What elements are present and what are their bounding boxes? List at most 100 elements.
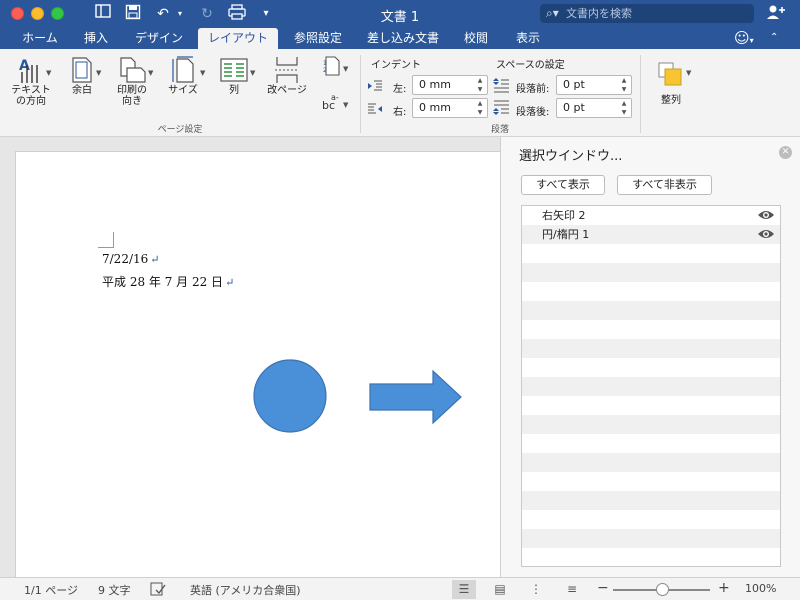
redo-icon[interactable]: ↻ — [196, 4, 218, 24]
page-setup-group-label: ページ設定 — [157, 125, 203, 135]
window-title: 文書 1 — [380, 10, 420, 25]
tab-insert[interactable]: 挿入 — [72, 28, 120, 49]
zoom-slider-handle[interactable] — [656, 583, 669, 596]
add-user-icon[interactable] — [766, 4, 786, 24]
line-numbers-button[interactable]: 12 — [318, 55, 346, 77]
columns-button[interactable]: 列 — [214, 55, 254, 96]
orientation-label: 印刷の 向き — [117, 85, 147, 107]
line-numbers-icon: 12 — [318, 55, 346, 77]
margin-corner-mark — [98, 232, 114, 248]
chevron-down-icon[interactable]: ▼ — [250, 69, 255, 77]
stepper-icon[interactable]: ▲ ▼ — [619, 76, 629, 94]
orientation-icon — [112, 55, 152, 85]
chevron-down-icon[interactable]: ▼ — [686, 69, 691, 77]
draft-view-icon[interactable]: ≡ — [560, 580, 584, 599]
chevron-down-icon[interactable]: ▼ — [96, 69, 101, 77]
undo-icon[interactable]: ↶ — [152, 4, 174, 24]
tab-mailings[interactable]: 差し込み文書 — [358, 28, 448, 49]
zoom-out-icon[interactable]: − — [597, 580, 609, 596]
undo-dropdown-icon[interactable]: ▾ — [174, 4, 186, 24]
selection-list[interactable]: 右矢印 2 円/楕円 1 — [521, 205, 781, 567]
indent-left-icon — [367, 80, 383, 95]
word-count[interactable]: 9 文字 — [98, 582, 131, 598]
hyphenation-icon: bc a- — [318, 91, 346, 113]
close-window-button[interactable] — [11, 7, 24, 20]
proofing-icon[interactable] — [150, 582, 166, 599]
spacing-after-value: 0 pt — [563, 101, 585, 114]
arrange-button[interactable]: 整列 — [648, 55, 694, 106]
chevron-down-icon[interactable]: ▼ — [343, 101, 348, 109]
eye-icon[interactable] — [757, 228, 775, 240]
indent-left-value: 0 mm — [419, 78, 451, 91]
list-item[interactable]: 円/楕円 1 — [522, 225, 780, 244]
arrange-label: 整列 — [661, 95, 681, 106]
stepper-icon[interactable]: ▲ ▼ — [619, 99, 629, 117]
maximize-window-button[interactable] — [51, 7, 64, 20]
status-bar: 1/1 ページ 9 文字 英語 (アメリカ合衆国) ☰ ▤ ⋮ ≡ − + 10… — [0, 577, 800, 600]
page-count[interactable]: 1/1 ページ — [24, 582, 78, 598]
chevron-down-icon[interactable]: ▼ — [343, 65, 348, 73]
minimize-window-button[interactable] — [31, 7, 44, 20]
size-label: サイズ — [168, 85, 198, 96]
ribbon-tab-bar: ホーム 挿入 デザイン レイアウト 参照設定 差し込み文書 校閲 表示 ☺▾ ⌃ — [0, 28, 800, 49]
paragraph-mark-icon: ↵ — [150, 253, 160, 266]
print-icon[interactable] — [226, 4, 248, 24]
ellipse-shape[interactable] — [252, 358, 328, 434]
language-indicator[interactable]: 英語 (アメリカ合衆国) — [190, 582, 301, 598]
chevron-down-icon[interactable]: ▼ — [46, 69, 51, 77]
list-item[interactable]: 右矢印 2 — [522, 206, 780, 225]
stepper-icon[interactable]: ▲ ▼ — [475, 76, 485, 94]
collapse-ribbon-icon[interactable]: ⌃ — [770, 32, 778, 43]
tab-review[interactable]: 校閲 — [452, 28, 500, 49]
spacing-before-icon — [493, 77, 509, 96]
tab-design[interactable]: デザイン — [124, 28, 194, 49]
print-layout-view-icon[interactable]: ☰ — [452, 580, 476, 599]
sidebar-toggle-icon[interactable] — [92, 4, 114, 24]
stepper-icon[interactable]: ▲ ▼ — [475, 99, 485, 117]
eye-icon[interactable] — [757, 209, 775, 221]
size-button[interactable]: サイズ — [162, 55, 204, 96]
right-arrow-shape[interactable] — [369, 370, 463, 424]
document-area[interactable]: 7/22/16 ↵ 平成 28 年 7 月 22 日 ↵ — [0, 137, 500, 577]
tab-references[interactable]: 参照設定 — [282, 28, 354, 49]
zoom-in-icon[interactable]: + — [718, 580, 730, 596]
document-line[interactable]: 平成 28 年 7 月 22 日 ↵ — [102, 273, 234, 290]
orientation-button[interactable]: 印刷の 向き — [112, 55, 152, 107]
customize-toolbar-icon[interactable]: ▾ — [258, 4, 274, 24]
breaks-button[interactable]: 改ページ — [262, 55, 312, 96]
selection-pane: 選択ウインドウ... ✕ すべて表示 すべて非表示 右矢印 2 円/楕円 1 — [500, 137, 800, 577]
date-text: 7/22/16 — [102, 252, 149, 266]
chevron-down-icon[interactable]: ▼ — [200, 69, 205, 77]
feedback-smiley-icon[interactable]: ☺▾ — [734, 29, 754, 47]
tab-home[interactable]: ホーム — [10, 28, 70, 49]
ribbon: A テキスト の方向 ▼ 余白 ▼ 印刷の 向き ▼ サイズ ▼ 列 ▼ 改ペー… — [0, 49, 800, 137]
svg-text:2: 2 — [323, 67, 327, 74]
text-direction-button[interactable]: A テキスト の方向 — [8, 55, 54, 107]
spacing-after-icon — [493, 100, 509, 119]
document-page[interactable]: 7/22/16 ↵ 平成 28 年 7 月 22 日 ↵ — [15, 151, 500, 577]
zoom-level[interactable]: 100% — [745, 582, 776, 595]
svg-text:1: 1 — [323, 60, 327, 67]
chevron-down-icon[interactable]: ▼ — [148, 69, 153, 77]
spacing-after-input[interactable]: 0 pt ▲ ▼ — [556, 98, 632, 118]
outline-view-icon[interactable]: ⋮ — [524, 580, 548, 599]
japanese-date-text: 平成 28 年 7 月 22 日 — [102, 275, 224, 289]
hide-all-button[interactable]: すべて非表示 — [617, 175, 712, 195]
indent-left-input[interactable]: 0 mm ▲ ▼ — [412, 75, 488, 95]
indent-right-input[interactable]: 0 mm ▲ ▼ — [412, 98, 488, 118]
close-icon[interactable]: ✕ — [779, 146, 792, 159]
text-direction-label: テキスト の方向 — [11, 85, 51, 107]
web-layout-view-icon[interactable]: ▤ — [488, 580, 512, 599]
hyphenation-button[interactable]: bc a- — [318, 91, 346, 113]
search-input[interactable]: ⌕▾ 文書内を検索 — [540, 4, 754, 23]
show-all-button[interactable]: すべて表示 — [521, 175, 605, 195]
spacing-before-label: 段落前: — [516, 84, 550, 95]
search-placeholder: 文書内を検索 — [566, 7, 632, 20]
indent-right-value: 0 mm — [419, 101, 451, 114]
tab-view[interactable]: 表示 — [504, 28, 552, 49]
tab-layout[interactable]: レイアウト — [198, 28, 278, 49]
document-line[interactable]: 7/22/16 ↵ — [102, 252, 159, 266]
selection-pane-title: 選択ウインドウ... — [519, 149, 623, 164]
save-icon[interactable] — [122, 4, 144, 24]
spacing-before-input[interactable]: 0 pt ▲ ▼ — [556, 75, 632, 95]
